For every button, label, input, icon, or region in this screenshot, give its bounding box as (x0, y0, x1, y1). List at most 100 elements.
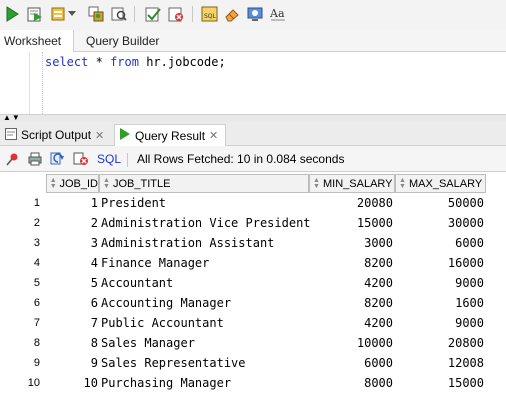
sql-tuning-icon[interactable] (109, 4, 129, 24)
cell-job-title[interactable]: Sales Representative (101, 353, 308, 373)
cell-job-title[interactable]: President (101, 193, 308, 213)
cell-job-id[interactable]: 5 (46, 273, 98, 293)
commit-icon[interactable] (143, 4, 163, 24)
query-result-icon (119, 128, 131, 143)
cell-min-salary[interactable]: 4200 (309, 273, 395, 293)
splitter-arrows-icon[interactable]: ▲▼ (3, 113, 21, 122)
autotrace-icon[interactable] (48, 4, 68, 24)
monitor-icon[interactable] (245, 4, 265, 24)
eraser-icon[interactable] (222, 4, 242, 24)
cell-max-salary[interactable]: 12008 (395, 353, 486, 373)
table-row[interactable]: 5 5 Accountant 4200 9000 (0, 273, 506, 293)
cell-job-title[interactable]: Sales Manager (101, 333, 308, 353)
sql-statement[interactable]: select * from hr.jobcode; (45, 55, 226, 69)
cell-job-id[interactable]: 1 (46, 193, 98, 213)
row-number: 7 (33, 317, 40, 329)
tab-query-builder[interactable]: Query Builder (86, 30, 159, 52)
column-header-job-id[interactable]: ▲ ▼ JOB_ID (46, 174, 99, 193)
table-row[interactable]: 7 7 Public Accountant 4200 9000 (0, 313, 506, 333)
sql-editor[interactable]: select * from hr.jobcode; (0, 52, 506, 114)
cell-job-id[interactable]: 9 (46, 353, 98, 373)
cell-job-id[interactable]: 2 (46, 213, 98, 233)
cell-min-salary[interactable]: 8200 (309, 293, 395, 313)
run-script-icon[interactable] (25, 4, 45, 24)
format-case-icon[interactable]: Aa (268, 4, 288, 24)
cell-job-id[interactable]: 4 (46, 253, 98, 273)
refresh-icon[interactable] (49, 150, 67, 168)
cell-max-salary[interactable]: 9000 (395, 313, 486, 333)
row-number: 6 (33, 297, 40, 309)
cancel-fetch-icon[interactable] (72, 150, 90, 168)
cell-job-id[interactable]: 7 (46, 313, 98, 333)
cell-max-salary[interactable]: 15000 (395, 373, 486, 393)
cell-max-salary[interactable]: 1600 (395, 293, 486, 313)
cell-min-salary[interactable]: 20080 (309, 193, 395, 213)
table-row[interactable]: 6 6 Accounting Manager 8200 1600 (0, 293, 506, 313)
sort-icon[interactable]: ▲ ▼ (312, 177, 321, 190)
cell-job-title[interactable]: Administration Assistant (101, 233, 308, 253)
table-row[interactable]: 9 9 Sales Representative 6000 12008 (0, 353, 506, 373)
tab-query-result[interactable]: Query Result ✕ (114, 124, 226, 146)
cell-min-salary[interactable]: 15000 (309, 213, 395, 233)
tab-worksheet[interactable]: Worksheet (0, 30, 74, 52)
table-row[interactable]: 4 4 Finance Manager 8200 16000 (0, 253, 506, 273)
table-row[interactable]: 2 2 Administration Vice President 15000 … (0, 213, 506, 233)
row-number: 1 (33, 197, 40, 209)
cell-min-salary[interactable]: 10000 (309, 333, 395, 353)
cell-max-salary[interactable]: 20800 (395, 333, 486, 353)
cell-job-id[interactable]: 3 (46, 233, 98, 253)
cell-job-id[interactable]: 8 (46, 333, 98, 353)
close-icon[interactable]: ✕ (209, 129, 218, 142)
sql-history-icon[interactable]: SQL (200, 4, 220, 24)
row-number: 10 (27, 377, 40, 389)
cell-job-title[interactable]: Administration Vice President (101, 213, 311, 233)
tab-script-output-label: Script Output (21, 128, 92, 142)
tab-query-result-label: Query Result (135, 128, 206, 143)
pin-icon[interactable] (4, 150, 22, 168)
cell-job-title[interactable]: Finance Manager (101, 253, 308, 273)
cell-job-id[interactable]: 10 (46, 373, 98, 393)
cell-job-id[interactable]: 6 (46, 293, 98, 313)
table-row[interactable]: 10 10 Purchasing Manager 8000 15000 (0, 373, 506, 393)
result-grid[interactable]: ▲ ▼ JOB_ID ▲ ▼ JOB_TITLE ▲ ▼ MIN_SALARY ▲ ▼ MAX_… (0, 172, 506, 403)
cell-min-salary[interactable]: 8000 (309, 373, 395, 393)
cell-job-title[interactable]: Purchasing Manager (101, 373, 308, 393)
sort-icon[interactable]: ▲ ▼ (102, 177, 111, 190)
sort-icon[interactable]: ▲ ▼ (49, 177, 57, 190)
cell-max-salary[interactable]: 16000 (395, 253, 486, 273)
column-header-max-salary[interactable]: ▲ ▼ MAX_SALARY (395, 174, 486, 193)
print-icon[interactable] (26, 150, 44, 168)
column-header-min-salary[interactable]: ▲ ▼ MIN_SALARY (309, 174, 395, 193)
rollback-icon[interactable] (166, 4, 186, 24)
cell-max-salary[interactable]: 50000 (395, 193, 486, 213)
cell-job-title[interactable]: Accountant (101, 273, 308, 293)
cell-min-salary[interactable]: 6000 (309, 353, 395, 373)
table-row[interactable]: 3 3 Administration Assistant 3000 6000 (0, 233, 506, 253)
sql-link[interactable]: SQL (97, 152, 121, 166)
explain-plan-icon[interactable] (86, 4, 106, 24)
select-star: * (95, 55, 103, 69)
result-toolbar: SQL All Rows Fetched: 10 in 0.084 second… (0, 146, 506, 172)
pane-splitter[interactable]: ▲▼ (0, 113, 506, 122)
sort-icon[interactable]: ▲ ▼ (398, 177, 407, 190)
run-statement-icon[interactable] (2, 4, 22, 24)
cell-max-salary[interactable]: 6000 (395, 233, 486, 253)
svg-text:Aa: Aa (269, 7, 285, 20)
tab-script-output[interactable]: Script Output ✕ (3, 124, 111, 146)
editor-gutter (0, 52, 30, 114)
close-icon[interactable]: ✕ (95, 129, 104, 142)
table-row[interactable]: 1 1 President 20080 50000 (0, 193, 506, 213)
cell-job-title[interactable]: Accounting Manager (101, 293, 308, 313)
cell-min-salary[interactable]: 4200 (309, 313, 395, 333)
row-number: 3 (33, 237, 40, 249)
cell-job-title[interactable]: Public Accountant (101, 313, 308, 333)
chevron-down-icon[interactable] (66, 4, 78, 24)
column-header-job-title[interactable]: ▲ ▼ JOB_TITLE (99, 174, 309, 193)
cell-min-salary[interactable]: 8200 (309, 253, 395, 273)
cell-max-salary[interactable]: 9000 (395, 273, 486, 293)
cell-min-salary[interactable]: 3000 (309, 233, 395, 253)
cell-max-salary[interactable]: 30000 (395, 213, 486, 233)
toolbar-separator (127, 153, 128, 167)
table-row[interactable]: 8 8 Sales Manager 10000 20800 (0, 333, 506, 353)
keyword-from: from (110, 55, 139, 69)
